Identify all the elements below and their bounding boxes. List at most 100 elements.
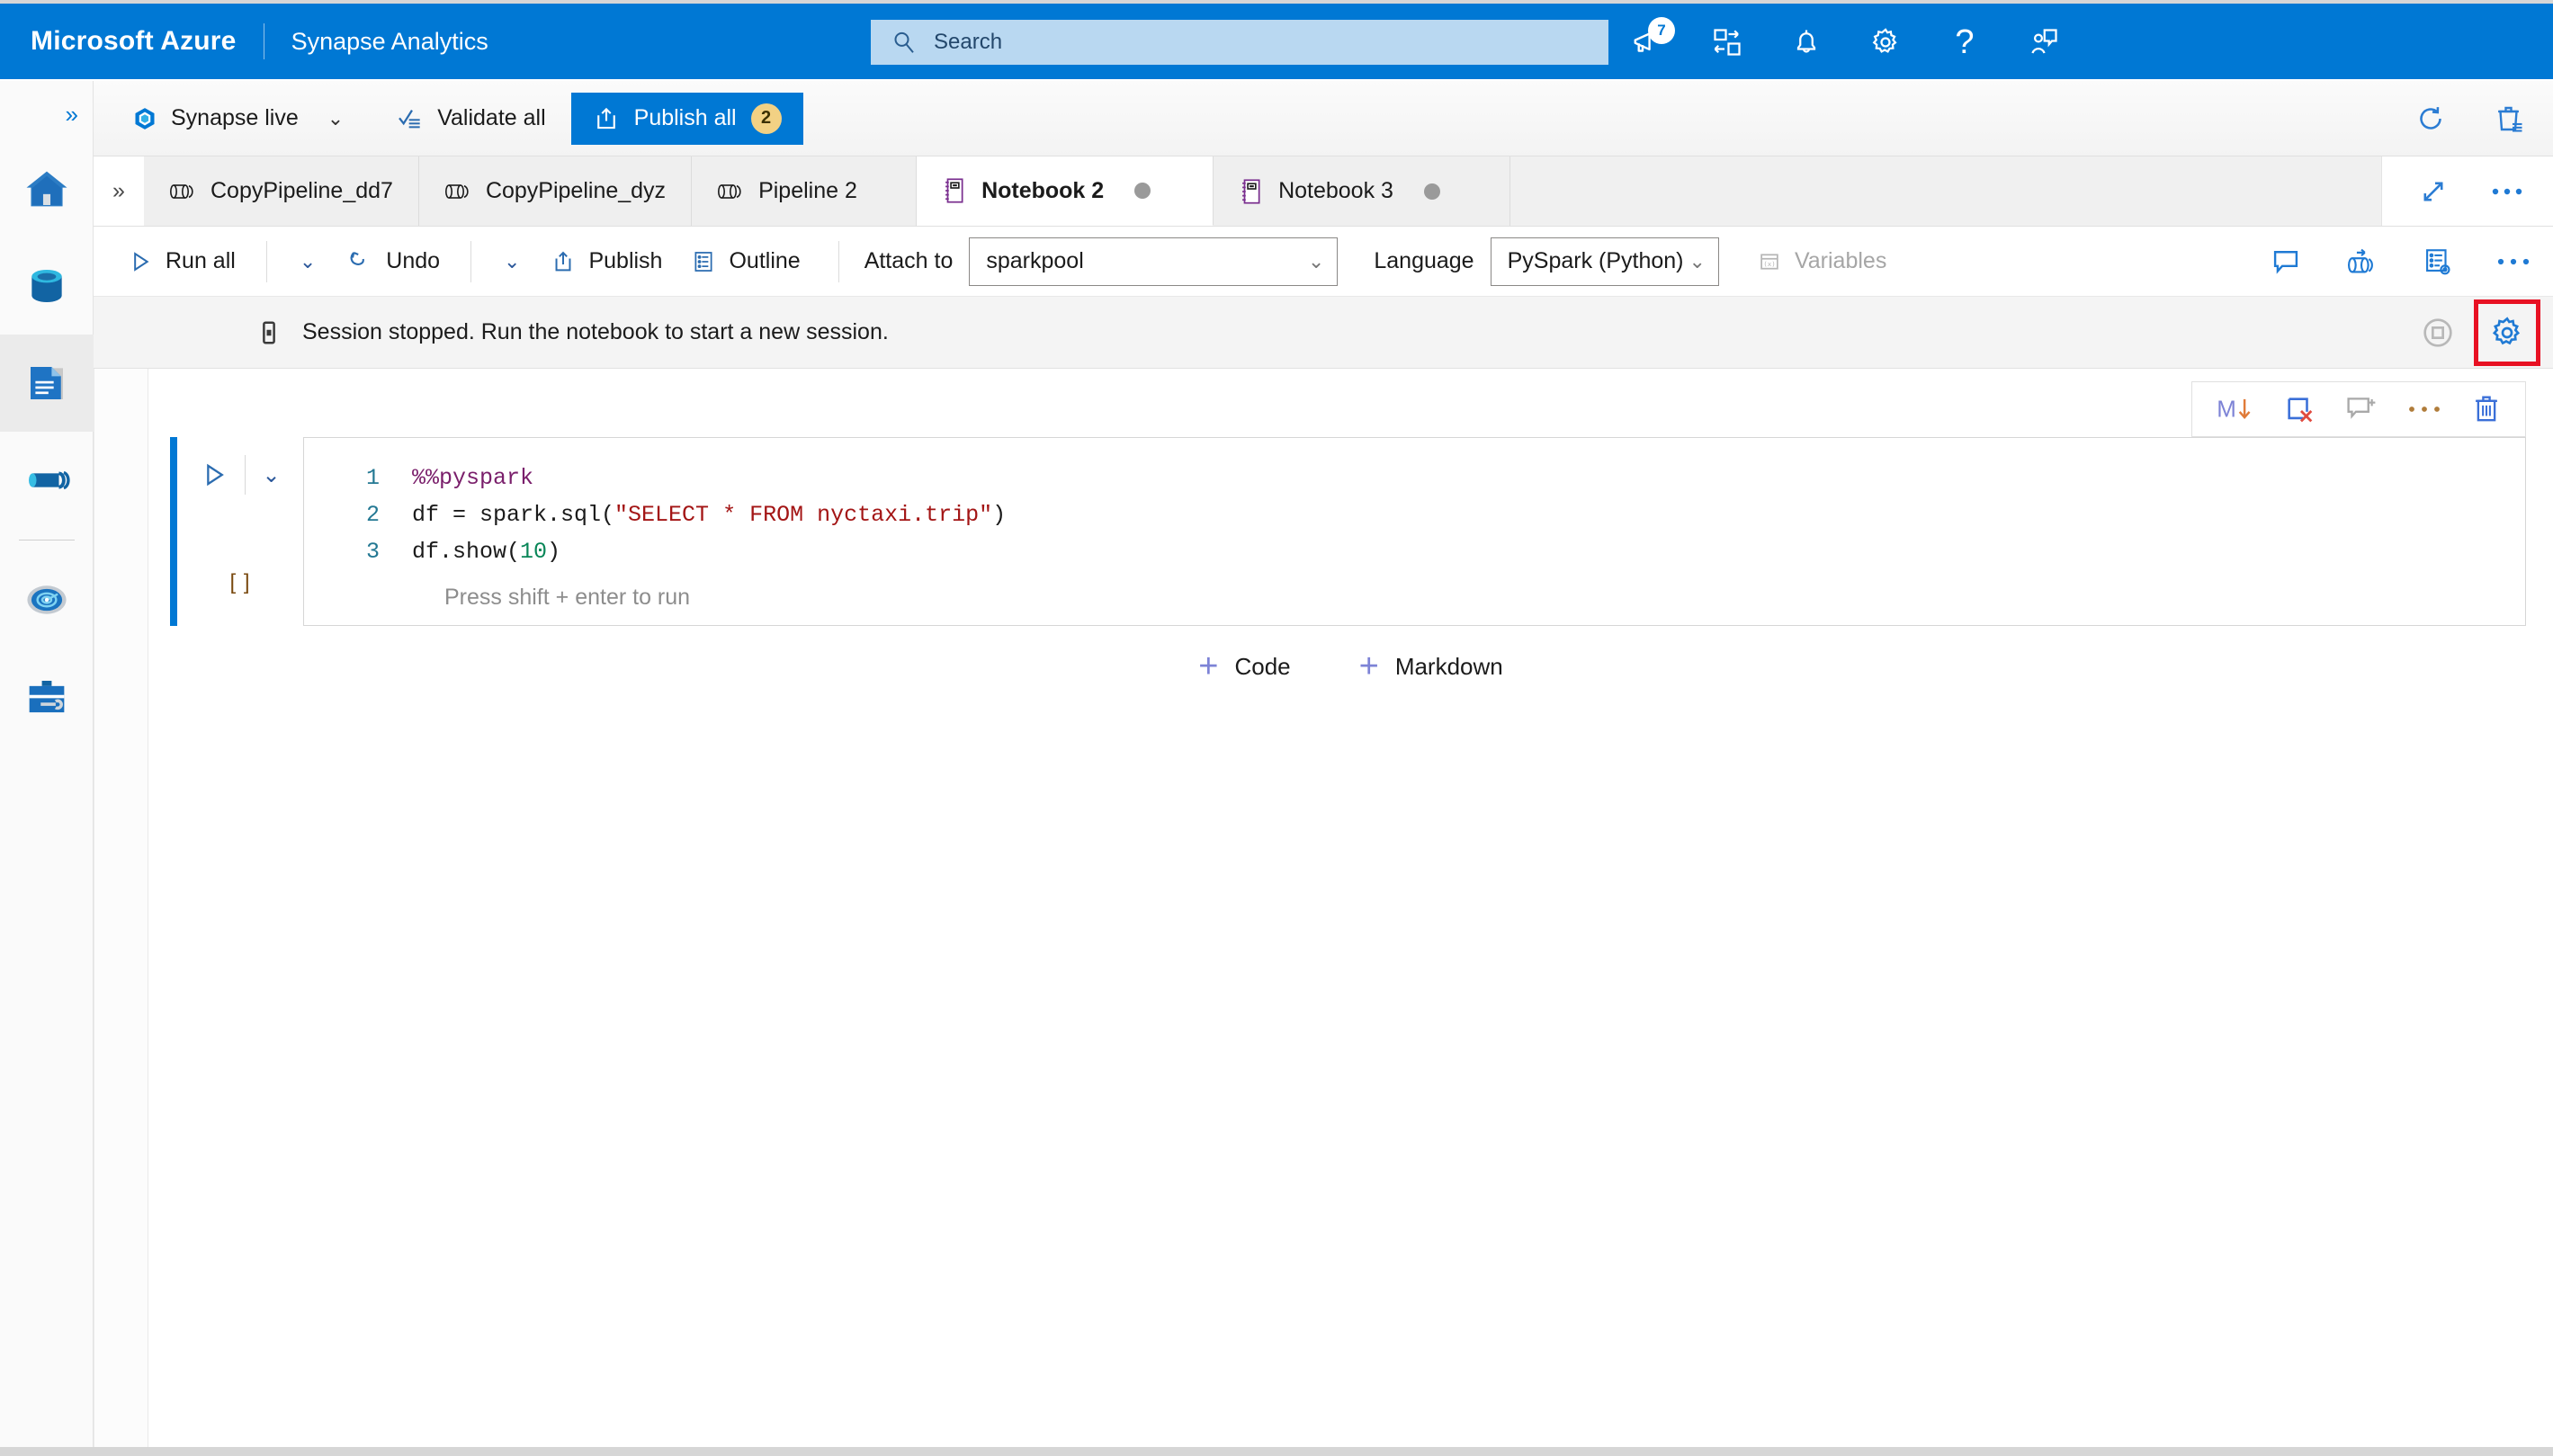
synapse-live-chevron-down-icon[interactable]: ⌄ [311,107,360,130]
run-cell-icon[interactable] [200,460,228,489]
add-to-pipeline-icon[interactable] [2344,246,2378,277]
validate-all-label: Validate all [437,105,546,130]
toolbar-divider [838,240,839,282]
tab-label: Notebook 2 [981,177,1105,203]
svg-text:M: M [2217,397,2236,423]
sidebar-item-home[interactable] [0,140,94,237]
develop-document-icon [22,359,71,407]
synapse-live-label: Synapse live [171,105,299,130]
delete-cell-icon[interactable] [2471,393,2502,425]
publish-all-label: Publish all [633,105,737,130]
more-ellipsis-icon[interactable] [2492,186,2522,197]
variables-button[interactable]: (x) Variables [1742,237,1901,287]
session-configure-button[interactable] [2474,299,2540,366]
cell-action-toolbar: M [2191,381,2526,437]
publish-button[interactable]: Publish [536,237,676,287]
run-all-button[interactable]: Run all [113,237,250,287]
outline-button[interactable]: Outline [676,237,814,287]
tabs-overflow-button[interactable]: » [94,156,144,226]
sidebar-item-manage[interactable] [0,648,94,746]
add-comment-icon[interactable] [2345,394,2378,424]
help-question-icon[interactable]: ? [1945,22,1984,62]
canvas-left-gutter [94,369,148,1447]
settings-gear-icon[interactable] [1866,22,1905,62]
tab-strip-actions [2381,156,2553,226]
tab-pipeline-2[interactable]: Pipeline 2 [692,156,918,226]
discard-all-trash-icon[interactable] [2494,103,2526,135]
notifications-bell-icon[interactable] [1787,22,1826,62]
rail-expand-button[interactable]: » [0,88,93,140]
chevron-down-icon[interactable]: ⌄ [262,462,280,488]
comments-icon[interactable] [2271,246,2301,277]
code-token: df = spark.sql( [412,502,615,528]
convert-to-markdown-icon[interactable]: M [2216,394,2253,424]
tab-copypipeline-dd7[interactable]: CopyPipeline_dd7 [144,156,419,226]
run-all-chevron-down-icon[interactable]: ⌄ [283,250,332,273]
code-token: "SELECT * FROM nyctaxi.trip" [614,502,993,528]
data-cylinder-icon [22,262,71,310]
variables-icon: (x) [1757,249,1782,274]
notebook-properties-icon[interactable] [2422,246,2454,277]
add-markdown-label: Markdown [1394,652,1503,680]
validate-all-button[interactable]: Validate all [383,94,558,143]
sidebar-item-integrate[interactable] [0,432,94,529]
session-stopped-icon [255,319,282,346]
cloud-shell-icon[interactable] [1707,22,1747,62]
toolbar-divider [265,240,267,282]
publish-all-count-badge: 2 [750,103,782,134]
notebook-canvas: M ⌄ [] 1 %%pyspark 2 df = spark.sql("SE… [94,369,2553,1447]
notebook-icon [1239,178,1264,205]
more-ellipsis-icon[interactable] [2408,404,2441,415]
attach-to-value: sparkpool [986,248,1084,273]
attach-to-select[interactable]: sparkpool ⌄ [969,237,1339,286]
sidebar-item-monitor[interactable] [0,551,94,648]
notebook-cells-area: M ⌄ [] 1 %%pyspark 2 df = spark.sql("SE… [148,369,2553,1447]
stop-session-button[interactable] [2411,306,2465,360]
notebook-cell[interactable]: ⌄ [ ] 1 %%pyspark 2 df = spark.sql("SELE… [148,437,2553,626]
code-token: ) [992,502,1007,528]
code-text: %%pyspark [412,460,533,496]
tab-label: CopyPipeline_dd7 [211,178,393,203]
azure-brand[interactable]: Microsoft Azure Synapse Analytics [0,23,488,59]
code-token: %%pyspark [412,465,534,491]
refresh-icon[interactable] [2414,103,2447,135]
more-ellipsis-icon[interactable] [2497,256,2530,267]
tab-notebook-2[interactable]: Notebook 2 [917,156,1214,226]
add-markdown-cell-button[interactable]: + Markdown [1359,649,1503,683]
home-icon [22,165,71,213]
tab-notebook-3[interactable]: Notebook 3 [1214,156,1511,226]
undo-chevron-down-icon[interactable]: ⌄ [488,250,536,273]
cell-controls: ⌄ [ ] [177,437,303,626]
announcements-icon[interactable]: 7 [1628,17,1675,62]
unsaved-indicator-dot [1134,183,1151,199]
expand-diagonal-icon[interactable] [2418,176,2449,207]
clear-output-icon[interactable] [2284,394,2315,424]
feedback-icon[interactable] [2024,22,2064,62]
code-token: ) [547,539,561,565]
add-code-cell-button[interactable]: + Code [1198,649,1290,683]
global-search-placeholder: Search [934,30,1003,54]
sidebar-item-data[interactable] [0,237,94,335]
tab-copypipeline-dyz[interactable]: CopyPipeline_dyz [418,156,693,226]
chevron-down-icon: ⌄ [1307,249,1325,272]
undo-button[interactable]: Undo [332,237,454,287]
publish-upload-icon [551,249,576,274]
chevron-down-icon: ⌄ [1689,249,1706,272]
synapse-live-mode-button[interactable]: Synapse live [119,94,311,143]
azure-brand-label: Microsoft Azure [31,26,237,56]
cell-code-editor[interactable]: 1 %%pyspark 2 df = spark.sql("SELECT * F… [303,437,2526,626]
cell-run-hint: Press shift + enter to run [444,585,691,610]
language-select[interactable]: PySpark (Python) ⌄ [1490,237,1719,286]
stop-session-icon [2420,315,2456,351]
code-line: 1 %%pyspark [304,460,2525,496]
language-label: Language [1374,248,1474,273]
unsaved-indicator-dot [1423,183,1440,200]
workspace-toolbar: Synapse live ⌄ Validate all Publish all … [94,81,2553,156]
announcements-badge: 7 [1648,17,1675,44]
sidebar-item-develop[interactable] [0,335,94,432]
publish-all-button[interactable]: Publish all 2 [570,92,803,145]
app-window: Microsoft Azure Synapse Analytics Search… [0,4,2553,1452]
global-search-input[interactable]: Search [871,20,1608,65]
notebook-icon [942,177,967,204]
add-cell-row: + Code + Markdown [148,649,2553,683]
